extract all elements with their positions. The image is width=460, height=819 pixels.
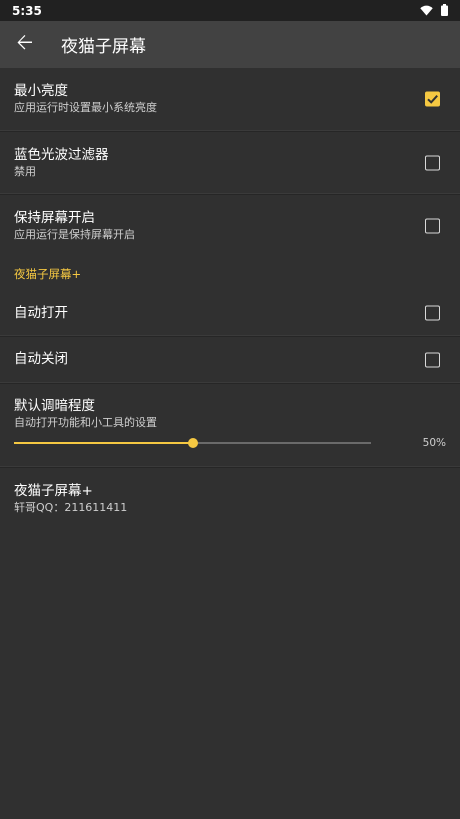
pref-auto-on[interactable]: 自动打开: [0, 291, 460, 335]
min-brightness-checkbox[interactable]: [425, 91, 440, 107]
status-bar: 5:35: [0, 0, 460, 21]
auto-off-checkbox[interactable]: [425, 352, 440, 367]
pref-blue-light-filter[interactable]: 蓝色光波过滤器 禁用: [0, 132, 460, 193]
back-button[interactable]: [14, 35, 34, 55]
wifi-icon: [420, 1, 433, 20]
check-icon: [427, 95, 438, 104]
arrow-left-icon: [16, 34, 33, 55]
battery-icon: [441, 1, 448, 20]
pref-summary: 禁用: [14, 164, 36, 178]
status-time: 5:35: [12, 3, 42, 18]
pref-summary: 应用运行时设置最小系统亮度: [14, 101, 157, 114]
pref-title: 自动打开: [14, 304, 68, 321]
slider-thumb[interactable]: [187, 438, 198, 448]
pref-summary: 应用运行是保持屏幕开启: [14, 228, 135, 241]
pref-summary: 轩哥QQ：211611411: [14, 501, 128, 514]
keep-screen-on-checkbox[interactable]: [425, 218, 440, 234]
app-bar: 夜猫子屏幕: [0, 21, 460, 68]
dim-level-slider[interactable]: 50%: [14, 436, 446, 450]
status-icons: [420, 1, 448, 20]
pref-title: 自动关闭: [14, 351, 68, 367]
pref-summary: 自动打开功能和小工具的设置: [14, 416, 157, 429]
slider-fill: [14, 442, 193, 444]
pref-title: 夜猫子屏幕+: [14, 483, 93, 499]
pref-title: 默认调暗程度: [14, 398, 95, 414]
slider-track: [14, 438, 371, 448]
auto-on-checkbox[interactable]: [425, 305, 440, 321]
pref-title: 最小亮度: [14, 83, 68, 99]
pref-keep-screen-on[interactable]: 保持屏幕开启 应用运行是保持屏幕开启: [0, 195, 460, 257]
page-title: 夜猫子屏幕: [61, 37, 146, 57]
category-header: 夜猫子屏幕+: [14, 267, 82, 281]
pref-about[interactable]: 夜猫子屏幕+ 轩哥QQ：211611411: [0, 468, 460, 530]
blue-light-filter-checkbox[interactable]: [425, 155, 440, 170]
slider-value: 50%: [422, 437, 446, 449]
pref-title: 保持屏幕开启: [14, 210, 95, 226]
pref-auto-off[interactable]: 自动关闭: [0, 337, 460, 382]
pref-title: 蓝色光波过滤器: [14, 146, 109, 163]
pref-min-brightness[interactable]: 最小亮度 应用运行时设置最小系统亮度: [0, 68, 460, 130]
pref-dim-level[interactable]: 默认调暗程度 自动打开功能和小工具的设置 50%: [0, 384, 460, 466]
